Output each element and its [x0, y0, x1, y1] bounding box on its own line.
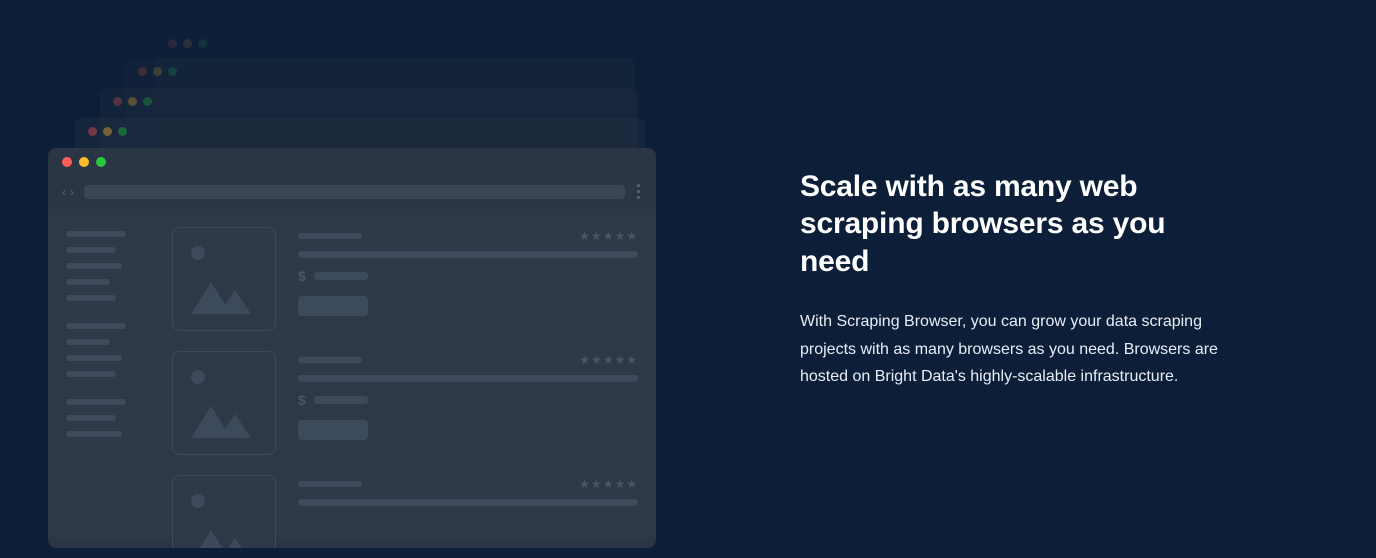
- skeleton-line: [66, 323, 126, 329]
- skeleton-line: [66, 247, 116, 253]
- skeleton-line: [66, 355, 122, 361]
- skeleton-line: [66, 339, 110, 345]
- window-zoom-dot: [168, 67, 177, 76]
- nav-back-icon: ‹: [62, 185, 66, 199]
- window-minimize-dot: [79, 157, 89, 167]
- skeleton-line: [66, 371, 116, 377]
- address-bar-placeholder: [84, 185, 625, 199]
- star-rating-icon: ★★★★★: [579, 477, 638, 491]
- image-placeholder-icon: [172, 475, 276, 548]
- image-placeholder-icon: [172, 227, 276, 331]
- nav-arrows: ‹ ›: [62, 185, 74, 199]
- sidebar-group: [66, 323, 146, 377]
- window-close-dot: [168, 39, 177, 48]
- window-zoom-dot: [198, 39, 207, 48]
- section-headline: Scale with as many web scraping browsers…: [800, 168, 1240, 281]
- page-skeleton-content: ★★★★★ $: [48, 209, 656, 539]
- sidebar-skeleton: [66, 227, 146, 539]
- skeleton-line: [298, 251, 638, 258]
- skeleton-line: [66, 279, 110, 285]
- window-close-dot: [88, 127, 97, 136]
- skeleton-line: [314, 396, 368, 404]
- skeleton-line: [298, 481, 362, 487]
- window-titlebar: [48, 148, 656, 176]
- window-close-dot: [138, 67, 147, 76]
- browser-stack-illustration: ‹ ›: [0, 0, 700, 558]
- skeleton-line: [298, 499, 638, 506]
- sidebar-group: [66, 231, 146, 301]
- window-close-dot: [62, 157, 72, 167]
- text-content: Scale with as many web scraping browsers…: [700, 168, 1300, 390]
- button-placeholder: [298, 296, 368, 316]
- product-card-skeleton: ★★★★★ $: [172, 227, 638, 331]
- window-minimize-dot: [128, 97, 137, 106]
- product-card-skeleton: ★★★★★ $: [172, 351, 638, 455]
- product-list-skeleton: ★★★★★ $: [172, 227, 638, 539]
- browser-toolbar: ‹ ›: [48, 176, 656, 209]
- window-zoom-dot: [118, 127, 127, 136]
- product-card-skeleton: ★★★★★: [172, 475, 638, 548]
- star-rating-icon: ★★★★★: [579, 353, 638, 367]
- window-close-dot: [113, 97, 122, 106]
- skeleton-line: [66, 399, 126, 405]
- skeleton-line: [298, 233, 362, 239]
- window-minimize-dot: [183, 39, 192, 48]
- star-rating-icon: ★★★★★: [579, 229, 638, 243]
- skeleton-line: [298, 375, 638, 382]
- window-minimize-dot: [153, 67, 162, 76]
- window-zoom-dot: [96, 157, 106, 167]
- window-zoom-dot: [143, 97, 152, 106]
- main-browser-window: ‹ ›: [48, 148, 656, 548]
- sidebar-group: [66, 399, 146, 437]
- skeleton-line: [66, 231, 126, 237]
- button-placeholder: [298, 420, 368, 440]
- skeleton-line: [66, 415, 116, 421]
- price-symbol: $: [298, 268, 306, 284]
- price-symbol: $: [298, 392, 306, 408]
- section-description: With Scraping Browser, you can grow your…: [800, 308, 1220, 390]
- skeleton-line: [314, 272, 368, 280]
- nav-forward-icon: ›: [70, 185, 74, 199]
- skeleton-line: [66, 295, 116, 301]
- skeleton-line: [298, 357, 362, 363]
- window-minimize-dot: [103, 127, 112, 136]
- skeleton-line: [66, 431, 122, 437]
- kebab-menu-icon: [635, 184, 642, 199]
- skeleton-line: [66, 263, 122, 269]
- image-placeholder-icon: [172, 351, 276, 455]
